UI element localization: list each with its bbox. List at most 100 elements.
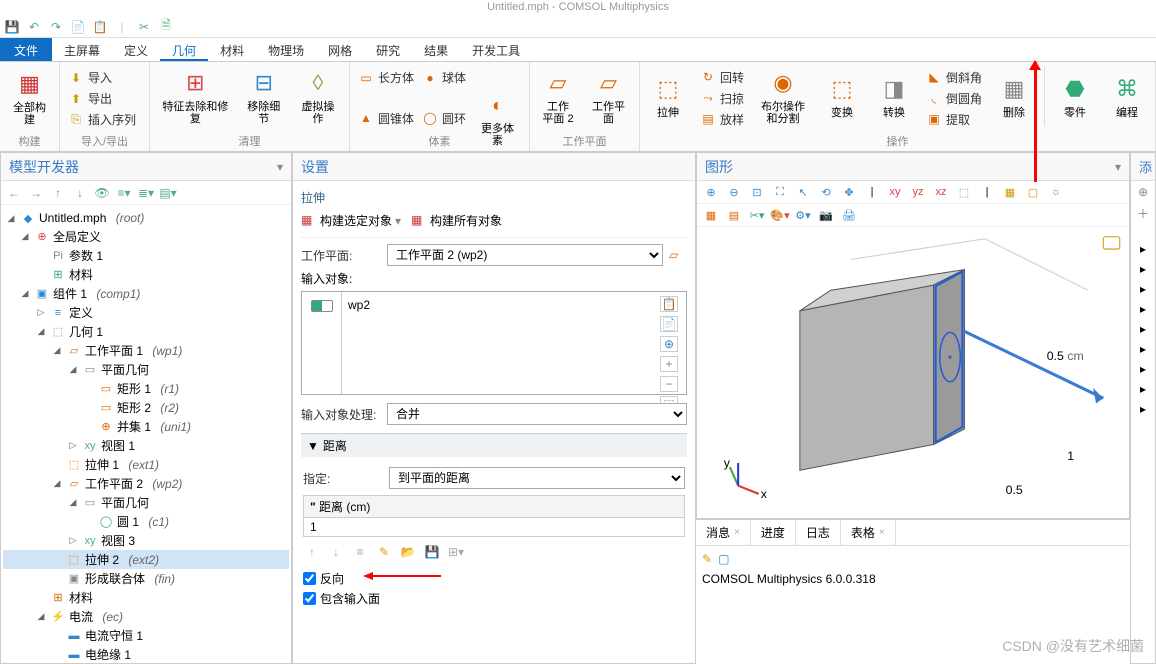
delete-button[interactable]: ▦删除: [992, 69, 1036, 123]
msg-tab-log[interactable]: 日志: [796, 520, 841, 545]
up-icon[interactable]: ↑: [49, 184, 67, 202]
window-icon[interactable]: ▢: [718, 552, 729, 566]
process-select[interactable]: 合并: [387, 403, 687, 425]
panel-menu-icon[interactable]: ▾: [277, 160, 283, 174]
build-selected-button[interactable]: ▦构建选定对象▾: [301, 212, 401, 229]
graphics-canvas[interactable]: x y 0.5 cm 1 0.5: [697, 227, 1129, 518]
add-icon[interactable]: +: [660, 356, 678, 372]
yz-icon[interactable]: yz: [908, 183, 928, 201]
specify-select[interactable]: 到平面的距离: [389, 467, 685, 489]
remove-icon[interactable]: −: [660, 376, 678, 392]
build-all-button[interactable]: ▦ 全部构建: [6, 64, 53, 130]
wire-icon[interactable]: ▢: [1023, 183, 1043, 201]
show-icon[interactable]: 👁: [93, 184, 111, 202]
clear-icon[interactable]: ✎: [375, 543, 393, 561]
zoom-icon[interactable]: ⊕: [660, 336, 678, 352]
open-icon[interactable]: 📂: [399, 543, 417, 561]
program-button[interactable]: ⌘编程: [1105, 69, 1149, 123]
msg-tab-messages[interactable]: 消息×: [696, 520, 751, 545]
print-icon[interactable]: 🖨: [839, 206, 859, 224]
globe-icon[interactable]: ⊕: [1138, 185, 1148, 199]
file-tab[interactable]: 文件: [0, 38, 52, 61]
fillet-button[interactable]: ◟倒圆角: [924, 89, 984, 108]
extrude-button[interactable]: ⬚拉伸: [646, 69, 690, 123]
fwd-icon[interactable]: →: [27, 184, 45, 202]
zoom-ext-icon[interactable]: ⛶: [770, 183, 790, 201]
tab-devtools[interactable]: 开发工具: [460, 38, 532, 61]
torus-button[interactable]: ◯圆环: [420, 109, 468, 128]
row-icon[interactable]: ▸: [1140, 322, 1146, 336]
dist-value-cell[interactable]: 1: [303, 518, 685, 537]
close-icon[interactable]: ×: [734, 527, 740, 538]
tab-study[interactable]: 研究: [364, 38, 412, 61]
brush-icon[interactable]: ✎: [702, 552, 712, 566]
row-icon[interactable]: ▸: [1140, 242, 1146, 256]
sphere-button[interactable]: ●球体: [420, 68, 468, 87]
tab-geometry[interactable]: 几何: [160, 38, 208, 61]
pan-icon[interactable]: ✥: [839, 183, 859, 201]
collapse-icon[interactable]: ≡▾: [115, 184, 133, 202]
workplane-button[interactable]: ▱工作平面: [584, 63, 633, 129]
row-icon[interactable]: ▸: [1140, 302, 1146, 316]
toggle-icon[interactable]: [311, 300, 333, 312]
transform-button[interactable]: ⬚变换: [820, 69, 864, 123]
extract-button[interactable]: ▣提取: [924, 110, 984, 129]
input-objects-list[interactable]: wp2 📋 📄 ⊕ + − ⬚: [301, 291, 687, 395]
export-button[interactable]: ⬆导出: [66, 89, 143, 108]
moveup-icon[interactable]: ↑: [303, 543, 321, 561]
wp-select[interactable]: 工作平面 2 (wp2): [387, 244, 663, 266]
plus-icon[interactable]: ＋: [1137, 205, 1149, 222]
down-icon[interactable]: ↓: [71, 184, 89, 202]
filter-icon[interactable]: ▤▾: [159, 184, 177, 202]
doc-icon[interactable]: 🗎: [158, 19, 174, 35]
axes-icon[interactable]: ▤: [724, 206, 744, 224]
movedown-icon[interactable]: ↓: [327, 543, 345, 561]
insert-seq-button[interactable]: ⎘插入序列: [66, 110, 143, 129]
msg-tab-table[interactable]: 表格×: [841, 520, 896, 545]
copy-icon[interactable]: 📋: [660, 296, 678, 312]
msg-tab-progress[interactable]: 进度: [751, 520, 796, 545]
row-icon[interactable]: ▸: [1140, 282, 1146, 296]
include-input-checkbox[interactable]: [303, 592, 316, 605]
back-icon[interactable]: ←: [5, 184, 23, 202]
xz-icon[interactable]: xz: [931, 183, 951, 201]
cone-button[interactable]: ▲圆锥体: [356, 109, 416, 128]
light-icon[interactable]: ☼: [1046, 183, 1066, 201]
save-icon[interactable]: 💾: [4, 19, 20, 35]
copy-icon[interactable]: 📄: [70, 19, 86, 35]
tab-definitions[interactable]: 定义: [112, 38, 160, 61]
transp-icon[interactable]: ▦: [1000, 183, 1020, 201]
close-icon[interactable]: ×: [879, 527, 885, 538]
paste-icon[interactable]: 📋: [92, 19, 108, 35]
row-icon[interactable]: ▸: [1140, 382, 1146, 396]
xy-icon[interactable]: xy: [885, 183, 905, 201]
undo-icon[interactable]: ↶: [26, 19, 42, 35]
list-icon[interactable]: ≡: [351, 543, 369, 561]
grid-icon[interactable]: ▦: [701, 206, 721, 224]
list-item[interactable]: wp2: [348, 298, 650, 312]
build-all-button2[interactable]: ▦构建所有对象: [411, 212, 502, 229]
paint-icon[interactable]: 🎨▾: [770, 206, 790, 224]
reverse-checkbox[interactable]: [303, 572, 316, 585]
sel-icon[interactable]: ↖: [793, 183, 813, 201]
workplane2-button[interactable]: ▱工作 平面 2: [536, 63, 580, 129]
more2-icon[interactable]: ⊞▾: [447, 543, 465, 561]
revolve-button[interactable]: ↻回转: [698, 68, 746, 87]
repair-button[interactable]: ⊞特征去除和修复: [156, 63, 235, 129]
tab-results[interactable]: 结果: [412, 38, 460, 61]
parts-button[interactable]: ⬣零件: [1053, 69, 1097, 123]
save2-icon[interactable]: 💾: [423, 543, 441, 561]
zoom-out-icon[interactable]: ⊖: [724, 183, 744, 201]
snapshot-icon[interactable]: 📷: [816, 206, 836, 224]
tab-materials[interactable]: 材料: [208, 38, 256, 61]
cuboid-button[interactable]: ▭长方体: [356, 68, 416, 87]
distance-section-header[interactable]: ▼距离: [301, 434, 687, 457]
row-icon[interactable]: ▸: [1140, 342, 1146, 356]
redo-icon[interactable]: ↷: [48, 19, 64, 35]
virtual-ops-button[interactable]: ◊虚拟操作: [293, 63, 343, 129]
panel-menu-icon[interactable]: ▾: [1115, 160, 1121, 174]
zoom-box-icon[interactable]: ⊡: [747, 183, 767, 201]
import-button[interactable]: ⬇导入: [66, 68, 143, 87]
goto-wp-icon[interactable]: ▱: [669, 248, 687, 262]
iso-icon[interactable]: ⬚: [954, 183, 974, 201]
